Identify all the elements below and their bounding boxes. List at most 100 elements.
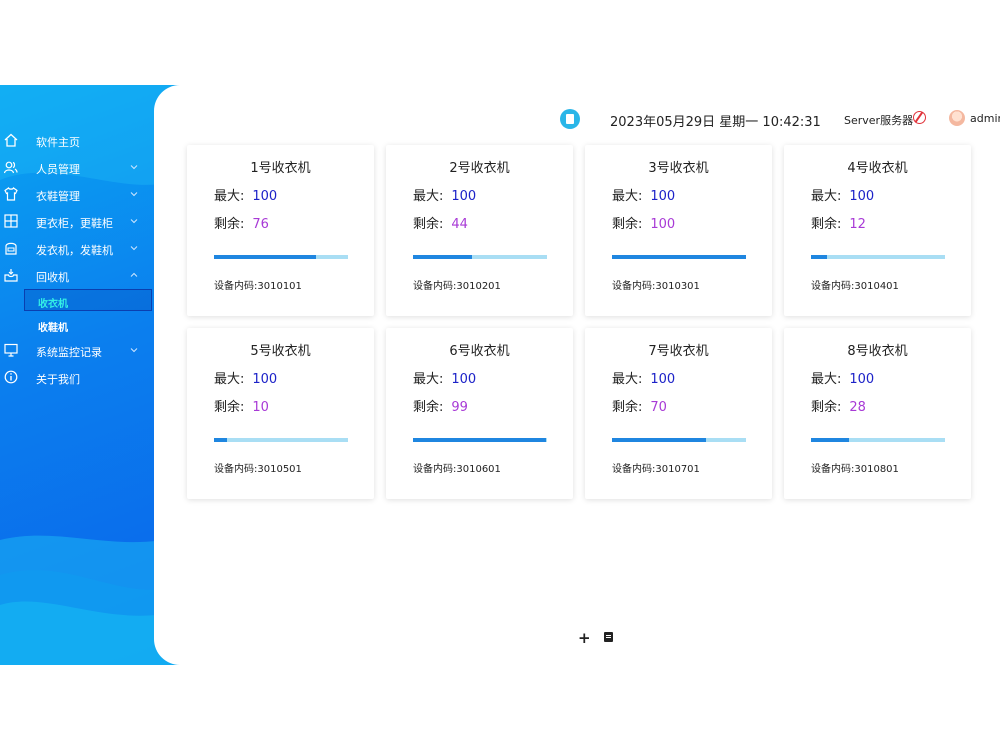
max-row: 最大: 100 bbox=[214, 185, 277, 204]
capacity-progress-fill bbox=[214, 255, 316, 259]
capacity-progress-bar bbox=[811, 438, 945, 442]
capacity-progress-bar bbox=[612, 255, 746, 259]
sidebar-item-home[interactable]: 软件主页 bbox=[0, 127, 155, 154]
sidebar-subitem-shoes-recycler[interactable]: 收鞋机 bbox=[0, 313, 155, 337]
remaining-label: 剩余: bbox=[214, 217, 245, 232]
max-row: 最大: 100 bbox=[811, 185, 874, 204]
max-value: 100 bbox=[451, 372, 477, 387]
sidebar-item-monitoring[interactable]: 系统监控记录 bbox=[0, 337, 155, 364]
max-label: 最大: bbox=[612, 372, 643, 387]
capacity-progress-fill bbox=[811, 438, 849, 442]
sidebar-item-label: 系统监控记录 bbox=[36, 346, 102, 359]
avatar[interactable] bbox=[949, 110, 965, 126]
capacity-progress-bar bbox=[214, 438, 348, 442]
remaining-row: 剩余: 12 bbox=[811, 213, 866, 232]
machine-card[interactable]: 2号收衣机 最大: 100 剩余: 44 设备内码:3010201 bbox=[386, 145, 573, 316]
remaining-label: 剩余: bbox=[413, 400, 444, 415]
max-label: 最大: bbox=[413, 189, 444, 204]
device-code: 设备内码:3010201 bbox=[413, 281, 501, 292]
remaining-value: 44 bbox=[451, 217, 468, 232]
capacity-progress-fill bbox=[214, 438, 228, 442]
remaining-row: 剩余: 70 bbox=[612, 396, 667, 415]
remaining-label: 剩余: bbox=[612, 400, 643, 415]
max-value: 100 bbox=[650, 372, 676, 387]
capacity-progress-bar bbox=[413, 255, 547, 259]
machine-card[interactable]: 8号收衣机 最大: 100 剩余: 28 设备内码:3010801 bbox=[784, 328, 971, 499]
max-value: 100 bbox=[849, 189, 875, 204]
sidebar-item-lockers[interactable]: 更衣柜，更鞋柜 bbox=[0, 208, 155, 235]
add-button[interactable]: + bbox=[578, 629, 591, 647]
device-code: 设备内码:3010301 bbox=[612, 281, 700, 292]
machine-title: 6号收衣机 bbox=[449, 344, 510, 359]
chevron-down-icon bbox=[130, 219, 138, 224]
sidebar-subitem-clothes-recycler[interactable]: 收衣机 bbox=[24, 289, 152, 311]
server-status-label: Server服务器 bbox=[844, 114, 914, 127]
remaining-row: 剩余: 76 bbox=[214, 213, 269, 232]
max-value: 100 bbox=[252, 372, 278, 387]
document-icon[interactable] bbox=[560, 109, 580, 129]
capacity-progress-fill bbox=[612, 438, 706, 442]
max-label: 最大: bbox=[612, 189, 643, 204]
sidebar-item-about[interactable]: 关于我们 bbox=[0, 364, 155, 391]
book-icon[interactable] bbox=[604, 632, 613, 642]
capacity-progress-fill bbox=[413, 438, 546, 442]
sidebar-item-label: 发衣机，发鞋机 bbox=[36, 244, 113, 257]
users-icon bbox=[4, 161, 18, 174]
machine-title: 3号收衣机 bbox=[648, 161, 709, 176]
remaining-row: 剩余: 28 bbox=[811, 396, 866, 415]
max-row: 最大: 100 bbox=[811, 368, 874, 387]
remaining-label: 剩余: bbox=[413, 217, 444, 232]
remaining-row: 剩余: 100 bbox=[612, 213, 675, 232]
sidebar-item-dispensers[interactable]: 发衣机，发鞋机 bbox=[0, 235, 155, 262]
sidebar-item-label: 衣鞋管理 bbox=[36, 190, 80, 203]
remaining-label: 剩余: bbox=[214, 400, 245, 415]
capacity-progress-fill bbox=[612, 255, 746, 259]
machine-title: 4号收衣机 bbox=[847, 161, 908, 176]
chevron-down-icon bbox=[130, 246, 138, 251]
chevron-down-icon bbox=[130, 348, 138, 353]
dispenser-icon bbox=[5, 242, 17, 255]
device-code: 设备内码:3010501 bbox=[214, 464, 302, 475]
max-label: 最大: bbox=[214, 372, 245, 387]
machine-card[interactable]: 4号收衣机 最大: 100 剩余: 12 设备内码:3010401 bbox=[784, 145, 971, 316]
remaining-value: 100 bbox=[650, 217, 676, 232]
machine-card[interactable]: 7号收衣机 最大: 100 剩余: 70 设备内码:3010701 bbox=[585, 328, 772, 499]
remaining-value: 99 bbox=[451, 400, 468, 415]
sidebar-menu: 软件主页 人员管理 衣鞋管理 更衣柜，更鞋柜 发衣机，发鞋机 回收机 收衣机 收… bbox=[0, 127, 155, 391]
remaining-label: 剩余: bbox=[811, 400, 842, 415]
remaining-value: 10 bbox=[252, 400, 269, 415]
chevron-down-icon bbox=[130, 165, 138, 170]
sidebar-item-clothes-shoes[interactable]: 衣鞋管理 bbox=[0, 181, 155, 208]
max-row: 最大: 100 bbox=[612, 185, 675, 204]
device-code: 设备内码:3010701 bbox=[612, 464, 700, 475]
machine-card[interactable]: 6号收衣机 最大: 100 剩余: 99 设备内码:3010601 bbox=[386, 328, 573, 499]
remaining-value: 12 bbox=[849, 217, 866, 232]
remaining-row: 剩余: 10 bbox=[214, 396, 269, 415]
capacity-progress-bar bbox=[612, 438, 746, 442]
server-disconnected-icon[interactable] bbox=[913, 111, 926, 124]
max-label: 最大: bbox=[811, 372, 842, 387]
sidebar-item-label: 人员管理 bbox=[36, 163, 80, 176]
machine-card[interactable]: 5号收衣机 最大: 100 剩余: 10 设备内码:3010501 bbox=[187, 328, 374, 499]
max-row: 最大: 100 bbox=[214, 368, 277, 387]
remaining-label: 剩余: bbox=[612, 217, 643, 232]
sidebar-item-recycler[interactable]: 回收机 bbox=[0, 262, 155, 289]
machine-card[interactable]: 3号收衣机 最大: 100 剩余: 100 设备内码:3010301 bbox=[585, 145, 772, 316]
capacity-progress-bar bbox=[811, 255, 945, 259]
sidebar-item-label: 更衣柜，更鞋柜 bbox=[36, 217, 113, 230]
home-icon bbox=[4, 133, 18, 147]
sidebar-item-personnel[interactable]: 人员管理 bbox=[0, 154, 155, 181]
sidebar-item-label: 软件主页 bbox=[36, 136, 80, 149]
machine-card[interactable]: 1号收衣机 最大: 100 剩余: 76 设备内码:3010101 bbox=[187, 145, 374, 316]
machine-title: 1号收衣机 bbox=[250, 161, 311, 176]
inbox-icon bbox=[4, 269, 18, 282]
capacity-progress-fill bbox=[811, 255, 828, 259]
sidebar-subitem-label: 收鞋机 bbox=[38, 323, 68, 334]
chevron-up-icon bbox=[130, 272, 138, 277]
current-datetime: 2023年05月29日 星期一 10:42:31 bbox=[610, 115, 821, 130]
monitor-icon bbox=[4, 343, 18, 357]
username[interactable]: admin bbox=[970, 112, 1000, 125]
remaining-label: 剩余: bbox=[811, 217, 842, 232]
capacity-progress-bar bbox=[413, 438, 547, 442]
sidebar-item-label: 回收机 bbox=[36, 271, 69, 284]
